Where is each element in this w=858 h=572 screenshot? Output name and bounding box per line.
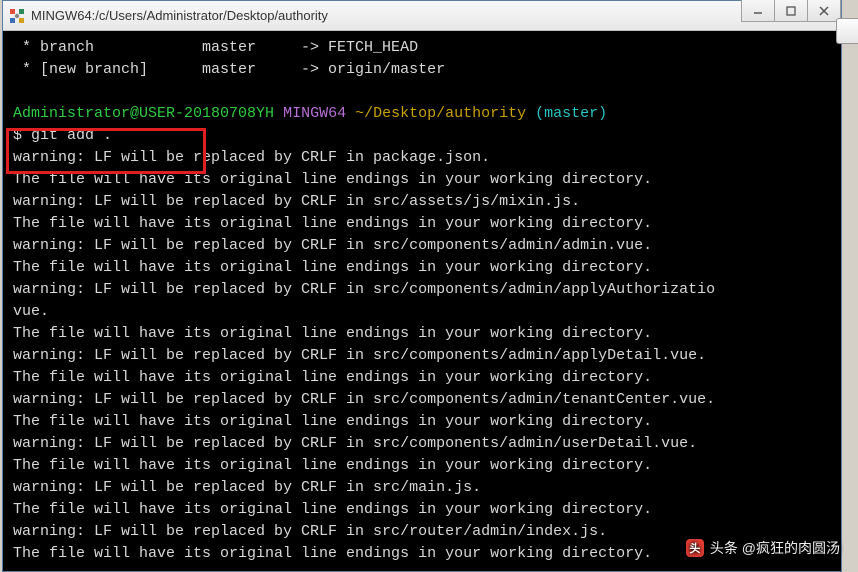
terminal-line: warning: LF will be replaced by CRLF in … [13,147,831,169]
titlebar[interactable]: MINGW64:/c/Users/Administrator/Desktop/a… [3,1,841,31]
terminal-line: warning: LF will be replaced by CRLF in … [13,345,831,367]
terminal-line: warning: LF will be replaced by CRLF in … [13,389,831,411]
terminal-line: * branch master -> FETCH_HEAD [13,37,831,59]
terminal-line: warning: LF will be replaced by CRLF in … [13,191,831,213]
terminal-prompt: Administrator@USER-20180708YH MINGW64 ~/… [13,103,831,125]
window-title: MINGW64:/c/Users/Administrator/Desktop/a… [31,8,328,23]
terminal-window: MINGW64:/c/Users/Administrator/Desktop/a… [2,0,842,572]
terminal-line: vue. [13,301,831,323]
terminal-line: warning: LF will be replaced by CRLF in … [13,433,831,455]
maximize-button[interactable] [774,0,808,22]
side-tab[interactable] [836,18,858,44]
window-controls [742,0,841,22]
terminal-body[interactable]: * branch master -> FETCH_HEAD * [new bra… [3,31,841,571]
terminal-line: * [new branch] master -> origin/master [13,59,831,81]
terminal-line: The file will have its original line end… [13,411,831,433]
app-icon [9,8,25,24]
minimize-button[interactable] [741,0,775,22]
terminal-line: warning: LF will be replaced by CRLF in … [13,279,831,301]
terminal-line: The file will have its original line end… [13,323,831,345]
terminal-line: The file will have its original line end… [13,499,831,521]
terminal-line: The file will have its original line end… [13,257,831,279]
terminal-line: The file will have its original line end… [13,455,831,477]
terminal-line: The file will have its original line end… [13,367,831,389]
terminal-blank [13,81,831,103]
watermark-icon: 头 [686,539,704,557]
watermark: 头 头条 @疯狂的肉圆汤 [686,538,840,558]
terminal-line: warning: LF will be replaced by CRLF in … [13,477,831,499]
terminal-line: warning: LF will be replaced by CRLF in … [13,235,831,257]
terminal-line: The file will have its original line end… [13,169,831,191]
terminal-command: $ git add . [13,125,831,147]
watermark-text: 头条 @疯狂的肉圆汤 [710,538,840,558]
terminal-line: The file will have its original line end… [13,213,831,235]
